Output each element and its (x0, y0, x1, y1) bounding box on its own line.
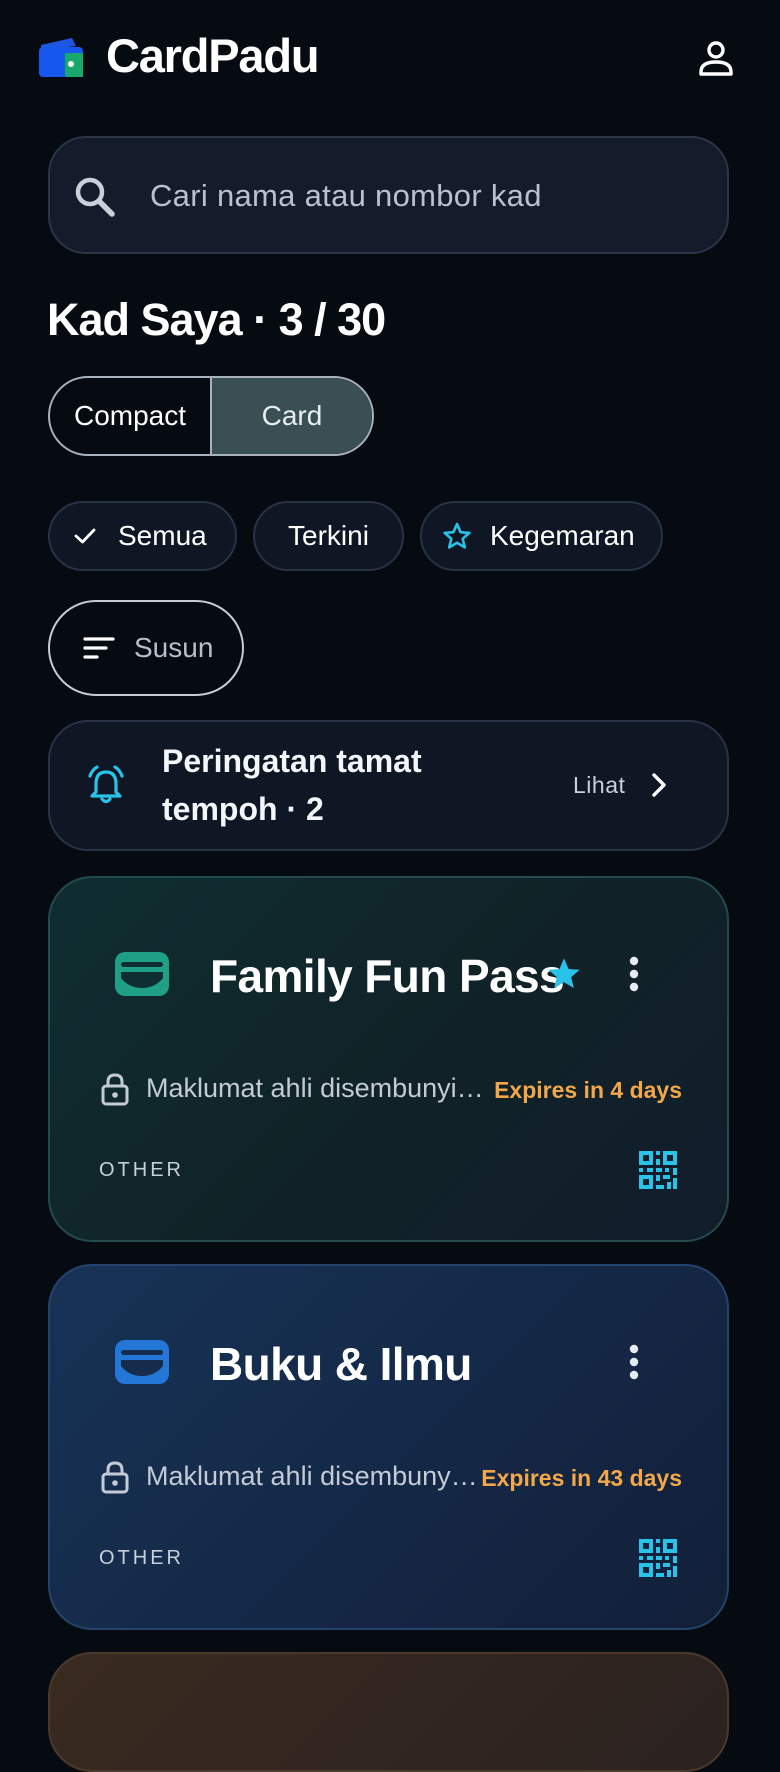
loyalty-card[interactable] (48, 1264, 729, 1630)
filter-chip-recent[interactable]: Terkini (253, 501, 404, 571)
card-name: Buku & Ilmu (210, 1338, 472, 1390)
check-icon (70, 521, 100, 551)
lock-icon (100, 1460, 130, 1494)
sort-icon (82, 631, 116, 665)
filter-chip-favorites[interactable]: Kegemaran (420, 501, 663, 571)
lock-icon (100, 1072, 130, 1106)
sort-label: Susun (134, 632, 214, 663)
loyalty-card[interactable] (48, 876, 729, 1242)
filter-chip-label: Semua (118, 520, 207, 551)
search-icon (72, 174, 118, 220)
star-outline-icon (442, 521, 472, 551)
loyalty-card[interactable] (48, 1652, 729, 1772)
expiry-view-link[interactable]: Lihat (573, 772, 625, 799)
search-input[interactable] (150, 168, 690, 224)
app-title: CardPadu (106, 29, 320, 82)
account-button[interactable] (692, 34, 740, 82)
more-options-icon[interactable] (614, 1340, 654, 1384)
qr-code-icon[interactable] (639, 1151, 677, 1189)
view-mode-toggle: Compact Card (48, 376, 374, 456)
hidden-member-info: Maklumat ahli disembunyikan (146, 1461, 480, 1491)
view-compact-button[interactable]: Compact (50, 378, 212, 454)
card-type-label: OTHER (99, 1159, 184, 1181)
card-name: Family Fun Pass (210, 950, 565, 1002)
filter-chip-all[interactable]: Semua (48, 501, 237, 571)
chevron-right-icon (644, 770, 674, 800)
card-type-label: OTHER (99, 1547, 184, 1569)
app-logo-icon (38, 36, 84, 78)
view-card-button[interactable]: Card (212, 378, 372, 454)
favorite-star-icon[interactable] (546, 956, 582, 992)
expiry-status: Expires in 4 days (494, 1077, 682, 1103)
expiry-reminder-text: Peringatan tamat tempoh · 2 (162, 743, 422, 827)
qr-code-icon[interactable] (639, 1539, 677, 1577)
sort-button[interactable]: Susun (48, 600, 244, 696)
alarm-bell-icon (84, 764, 128, 808)
more-options-icon[interactable] (614, 952, 654, 996)
page-title: Kad Saya · 3 / 30 (47, 294, 386, 345)
filter-chip-label: Kegemaran (490, 520, 635, 551)
account-icon (699, 41, 733, 76)
hidden-member-info: Maklumat ahli disembunyikan (146, 1073, 496, 1103)
wallet-icon (114, 1338, 170, 1386)
wallet-icon (114, 950, 170, 998)
filter-chip-label: Terkini (288, 520, 369, 551)
expiry-status: Expires in 43 days (481, 1465, 682, 1491)
